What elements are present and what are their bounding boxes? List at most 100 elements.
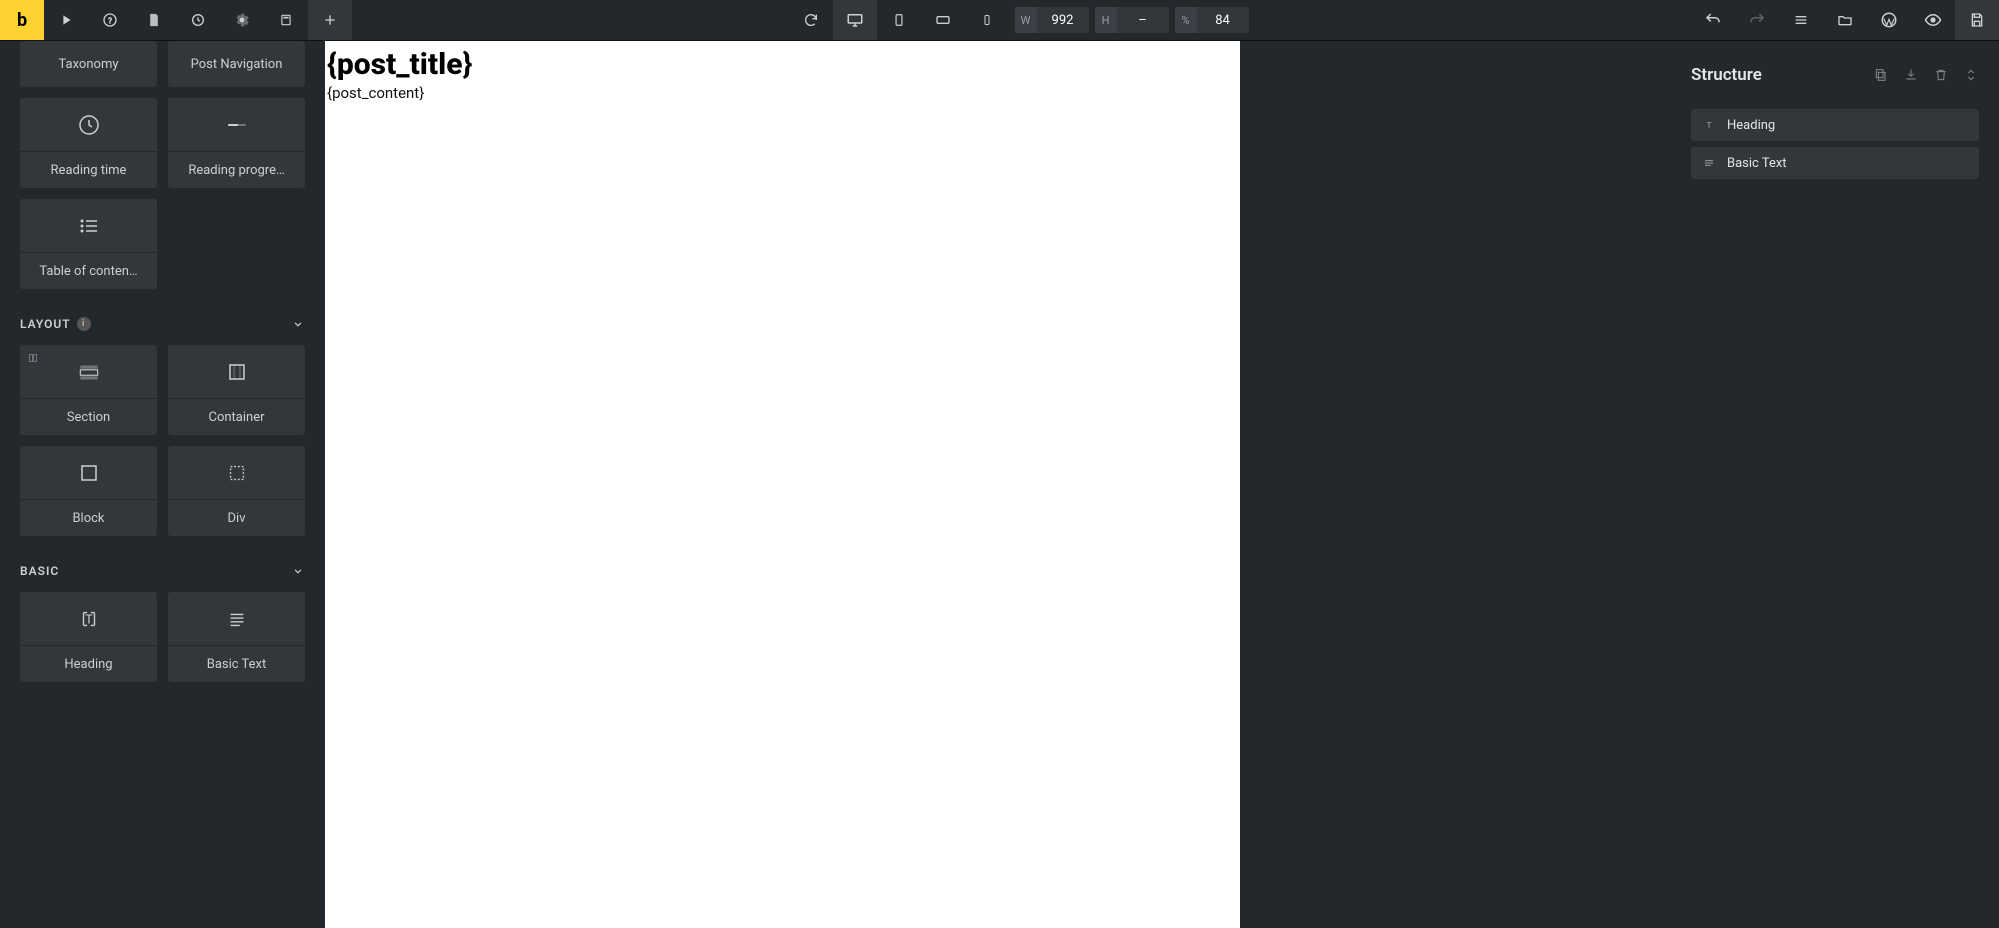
element-table-of-contents[interactable]: Table of conten… xyxy=(20,199,157,289)
reload-button[interactable] xyxy=(789,0,833,40)
height-field[interactable]: H – xyxy=(1095,7,1169,33)
reload-icon xyxy=(802,11,820,29)
wordpress-icon xyxy=(1880,11,1898,29)
element-reading-time[interactable]: Reading time xyxy=(20,98,157,188)
play-icon xyxy=(57,11,75,29)
gear-icon xyxy=(233,11,251,29)
element-div[interactable]: Div xyxy=(168,446,305,536)
plus-icon xyxy=(321,11,339,29)
element-label: Table of conten… xyxy=(20,253,157,289)
template-icon xyxy=(277,11,295,29)
clock-icon xyxy=(20,98,157,152)
element-reading-progress[interactable]: Reading progre… xyxy=(168,98,305,188)
width-value: 992 xyxy=(1037,7,1089,33)
svg-text:?: ? xyxy=(108,16,112,25)
element-label: Reading progre… xyxy=(168,152,305,188)
add-element-button[interactable] xyxy=(308,0,352,40)
trash-icon[interactable] xyxy=(1933,67,1949,83)
page-icon xyxy=(145,11,163,29)
help-icon: ? xyxy=(101,11,119,29)
section-title: LAYOUT xyxy=(20,317,71,331)
element-label: Basic Text xyxy=(168,646,305,682)
pin-icon xyxy=(26,351,40,365)
breakpoint-desktop-button[interactable] xyxy=(833,0,877,40)
element-label: Block xyxy=(20,500,157,536)
mobile-icon xyxy=(978,11,996,29)
logo-text: b xyxy=(17,10,27,31)
collapse-icon[interactable] xyxy=(1963,67,1979,83)
element-label: Container xyxy=(168,399,305,435)
svg-text:T: T xyxy=(85,612,93,627)
templates-button[interactable] xyxy=(264,0,308,40)
chevron-down-icon xyxy=(291,317,305,331)
progress-icon xyxy=(168,98,305,152)
redo-icon xyxy=(1748,11,1766,29)
redo-button[interactable] xyxy=(1735,0,1779,40)
canvas-text[interactable]: {post_content} xyxy=(327,84,1238,102)
width-label: W xyxy=(1015,7,1037,33)
tablet-portrait-icon xyxy=(890,11,908,29)
section-header-basic[interactable]: BASIC xyxy=(20,564,305,578)
toolbar: b ? W 992 H – % 84 xyxy=(0,0,1999,41)
logo-button[interactable]: b xyxy=(0,0,44,40)
element-post-navigation[interactable]: Post Navigation xyxy=(168,41,305,87)
structure-item-label: Heading xyxy=(1727,118,1775,133)
list-icon xyxy=(1792,11,1810,29)
element-block[interactable]: Block xyxy=(20,446,157,536)
save-button[interactable] xyxy=(1955,0,1999,40)
container-icon xyxy=(168,345,305,399)
svg-text:T: T xyxy=(1707,120,1712,130)
text-icon xyxy=(1701,156,1717,170)
undo-button[interactable] xyxy=(1691,0,1735,40)
element-heading[interactable]: T Heading xyxy=(20,592,157,682)
height-label: H xyxy=(1095,7,1117,33)
element-section[interactable]: Section xyxy=(20,345,157,435)
pages-button[interactable] xyxy=(132,0,176,40)
toc-icon xyxy=(20,199,157,253)
dimensions-group: W 992 H – % 84 xyxy=(1009,0,1255,40)
breakpoint-tablet-portrait-button[interactable] xyxy=(877,0,921,40)
tablet-landscape-icon xyxy=(934,11,952,29)
copy-icon[interactable] xyxy=(1873,67,1889,83)
zoom-label: % xyxy=(1175,7,1197,33)
chevron-down-icon xyxy=(291,564,305,578)
info-icon[interactable]: i xyxy=(77,317,91,331)
clock-icon xyxy=(189,11,207,29)
help-button[interactable]: ? xyxy=(88,0,132,40)
text-icon xyxy=(168,592,305,646)
width-field[interactable]: W 992 xyxy=(1015,7,1089,33)
revisions-button[interactable] xyxy=(176,0,220,40)
structure-item-heading[interactable]: T Heading xyxy=(1691,109,1979,141)
breakpoint-tablet-landscape-button[interactable] xyxy=(921,0,965,40)
canvas[interactable]: {post_title} {post_content} xyxy=(325,41,1240,928)
preview-button[interactable] xyxy=(1911,0,1955,40)
element-label: Taxonomy xyxy=(20,41,157,87)
element-container[interactable]: Container xyxy=(168,345,305,435)
desktop-icon xyxy=(846,11,864,29)
element-taxonomy[interactable]: Taxonomy xyxy=(20,41,157,87)
heading-icon: T xyxy=(20,592,157,646)
section-header-layout[interactable]: LAYOUT i xyxy=(20,317,305,331)
block-icon xyxy=(20,446,157,500)
zoom-field[interactable]: % 84 xyxy=(1175,7,1249,33)
element-basic-text[interactable]: Basic Text xyxy=(168,592,305,682)
folder-button[interactable] xyxy=(1823,0,1867,40)
section-title: BASIC xyxy=(20,564,59,578)
element-label: Heading xyxy=(20,646,157,682)
structure-toggle-button[interactable] xyxy=(1779,0,1823,40)
structure-title: Structure xyxy=(1691,65,1762,85)
structure-item-label: Basic Text xyxy=(1727,156,1787,171)
canvas-heading[interactable]: {post_title} xyxy=(327,47,1238,82)
elements-panel: Taxonomy Post Navigation Reading time Re… xyxy=(0,41,325,928)
settings-button[interactable] xyxy=(220,0,264,40)
canvas-viewport[interactable]: {post_title} {post_content} xyxy=(325,41,1671,928)
structure-item-basic-text[interactable]: Basic Text xyxy=(1691,147,1979,179)
heading-icon: T xyxy=(1701,118,1717,132)
play-button[interactable] xyxy=(44,0,88,40)
wordpress-button[interactable] xyxy=(1867,0,1911,40)
breakpoint-mobile-button[interactable] xyxy=(965,0,1009,40)
element-label: Post Navigation xyxy=(168,41,305,87)
eye-icon xyxy=(1924,11,1942,29)
element-label: Div xyxy=(168,500,305,536)
download-icon[interactable] xyxy=(1903,67,1919,83)
